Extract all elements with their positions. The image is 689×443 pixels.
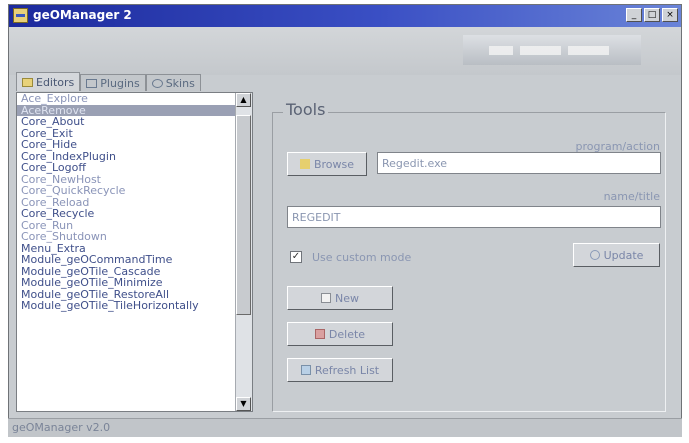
list-item[interactable]: Module_geOCommandTime: [17, 254, 236, 266]
refresh-label: Refresh List: [314, 363, 380, 377]
new-label: New: [335, 291, 359, 305]
name-label: name/title: [603, 190, 660, 203]
name-input[interactable]: [287, 206, 661, 228]
list-item[interactable]: Core_Hide: [17, 139, 236, 151]
minimize-button[interactable]: _: [626, 8, 642, 22]
update-button[interactable]: Update: [573, 243, 660, 267]
tab-skins[interactable]: Skins: [145, 74, 201, 91]
tab-label: Editors: [36, 75, 75, 89]
folder-icon: [22, 77, 33, 87]
tab-label: Skins: [165, 76, 195, 90]
list-item[interactable]: Module_geOTile_TileHorizontally: [17, 300, 236, 312]
vertical-scrollbar[interactable]: ▲ ▼: [235, 93, 252, 411]
tab-bar: Editors Plugins Skins: [16, 72, 201, 92]
refresh-icon: [589, 250, 600, 260]
tools-title: Tools: [283, 100, 329, 119]
scroll-down-arrow-icon[interactable]: ▼: [236, 397, 251, 411]
list-item[interactable]: Core_About: [17, 116, 236, 128]
new-button[interactable]: New: [287, 286, 393, 310]
app-icon: [13, 8, 28, 23]
custom-mode-checkbox[interactable]: ✓: [290, 251, 302, 263]
refresh-list-button[interactable]: Refresh List: [287, 358, 393, 382]
app-logo: [463, 35, 641, 65]
refresh-icon: [300, 365, 311, 375]
list-item[interactable]: Core_Recycle: [17, 208, 236, 220]
delete-button[interactable]: Delete: [287, 322, 393, 346]
title-bar[interactable]: geOManager 2 _ □ ×: [9, 5, 681, 27]
close-button[interactable]: ×: [662, 8, 678, 22]
window-controls: _ □ ×: [626, 8, 678, 22]
window-title: geOManager 2: [33, 8, 132, 22]
tab-plugins[interactable]: Plugins: [80, 74, 146, 91]
browse-button[interactable]: Browse: [287, 152, 367, 176]
header-banner: [9, 27, 681, 75]
tab-label: Plugins: [100, 76, 140, 90]
scroll-thumb[interactable]: [236, 115, 251, 315]
update-label: Update: [603, 248, 644, 262]
checkbox-label: Use custom mode: [312, 251, 412, 264]
maximize-button[interactable]: □: [644, 8, 660, 22]
tab-editors[interactable]: Editors: [16, 72, 81, 91]
delete-icon: [314, 329, 325, 339]
list-item[interactable]: Ace_Explore: [17, 93, 236, 105]
browse-label: Browse: [313, 157, 355, 171]
plugin-icon: [86, 78, 98, 88]
status-bar: geOManager v2.0: [8, 418, 682, 437]
new-document-icon: [321, 293, 331, 303]
command-list-items: Ace_Explore AceRemove Core_About Core_Exit C…: [17, 93, 236, 411]
program-input[interactable]: [377, 152, 661, 174]
delete-label: Delete: [328, 327, 366, 341]
list-item[interactable]: Module_geOTile_Minimize: [17, 277, 236, 289]
list-item[interactable]: Core_Logoff: [17, 162, 236, 174]
list-item[interactable]: Core_QuickRecycle: [17, 185, 236, 197]
skin-icon: [151, 78, 163, 88]
status-text: geOManager v2.0: [12, 421, 111, 434]
scroll-up-arrow-icon[interactable]: ▲: [236, 93, 251, 107]
list-item[interactable]: Core_Shutdown: [17, 231, 236, 243]
command-list[interactable]: Ace_Explore AceRemove Core_About Core_Exit C…: [16, 92, 253, 412]
folder-icon: [299, 159, 310, 169]
